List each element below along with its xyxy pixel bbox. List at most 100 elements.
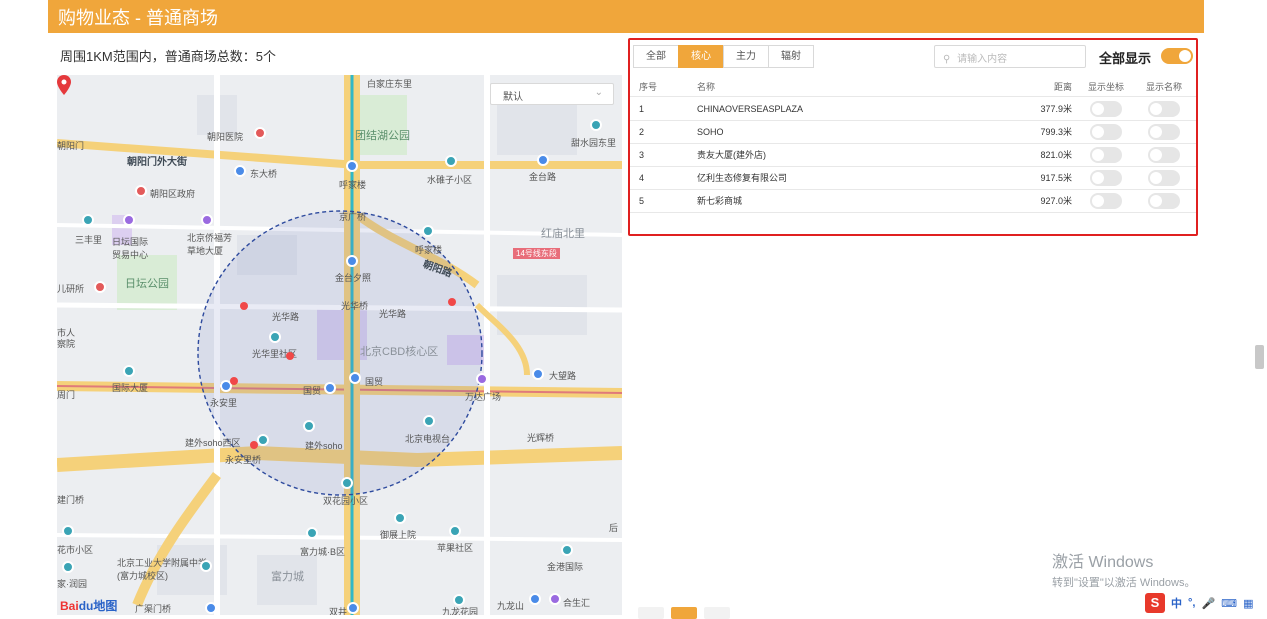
map-label: 三丰里 [75,235,103,245]
show-all-label: 全部显示 [1099,51,1152,66]
mall-point-marker[interactable] [250,441,258,449]
hospital-icon[interactable] [94,281,106,293]
show-coord-toggle[interactable] [1090,147,1122,163]
residential-icon[interactable] [269,331,281,343]
residential-icon[interactable] [423,415,435,427]
tab-main[interactable]: 主力 [723,45,769,68]
page-scrollbar[interactable] [1255,345,1264,369]
residential-icon[interactable] [306,527,318,539]
residential-icon[interactable] [445,155,457,167]
tab-core[interactable]: 核心 [678,45,724,68]
map-label: 14号线东段 [513,248,560,259]
map-label: 永安里 [210,398,238,408]
residential-icon[interactable] [200,560,212,572]
residential-icon[interactable] [394,512,406,524]
map-label: 甜水园东里 [571,138,617,148]
show-name-toggle[interactable] [1148,124,1180,140]
punctuation-icon[interactable]: °, [1188,597,1195,609]
residential-icon[interactable] [82,214,94,226]
mall-point-marker[interactable] [240,302,248,310]
show-coord-toggle[interactable] [1090,124,1122,140]
map-label: 九龙花园 [442,607,479,615]
pagination-prev-button[interactable] [638,607,664,619]
metro-station-icon[interactable] [234,165,246,177]
show-all-toggle[interactable] [1161,48,1193,64]
show-name-toggle[interactable] [1148,101,1180,117]
show-name-toggle[interactable] [1148,193,1180,209]
search-icon: ⚲ [943,54,951,65]
ime-toolbar[interactable]: S 中 °, 🎤 ⌨ ▦ [1145,592,1253,614]
map-label: 花市小区 [57,545,94,555]
mall-point-marker[interactable] [286,352,294,360]
microphone-icon[interactable]: 🎤 [1201,597,1215,610]
row-no: 4 [639,173,645,183]
metro-station-icon[interactable] [346,255,358,267]
map-style-select[interactable]: 默认 ⌄ [490,83,614,105]
residential-icon[interactable] [62,561,74,573]
grid-menu-icon[interactable]: ▦ [1243,597,1253,610]
show-coord-toggle[interactable] [1090,101,1122,117]
row-name: SOHO [697,127,724,137]
residential-icon[interactable] [341,477,353,489]
map-label: 光华路 [379,309,407,319]
residential-icon[interactable] [561,544,573,556]
map-label: 永安里桥 [225,455,262,465]
metro-station-icon[interactable] [324,382,336,394]
residential-icon[interactable] [422,225,434,237]
row-name: 贵友大厦(建外店) [697,150,766,160]
map-label: 富力城·B区 [300,547,346,557]
mall-point-marker[interactable] [230,377,238,385]
government-icon[interactable] [135,185,147,197]
metro-station-icon[interactable] [537,154,549,166]
keyboard-icon[interactable]: ⌨ [1221,597,1237,610]
tab-radiation[interactable]: 辐射 [768,45,814,68]
map-label: 儿研所 [57,284,85,294]
residential-icon[interactable] [449,525,461,537]
metro-station-icon[interactable] [346,160,358,172]
residential-icon[interactable] [257,434,269,446]
metro-station-icon[interactable] [529,593,541,605]
metro-station-icon[interactable] [532,368,544,380]
map-label: 北京工业大学附属中学(富力城校区) [117,558,208,581]
map-label: 红庙北里 [541,228,585,240]
map-label: 富力城 [271,571,304,583]
mall-icon[interactable] [476,373,488,385]
pagination-next-button[interactable] [704,607,730,619]
metro-station-icon[interactable] [205,602,217,614]
map-label: 朝阳门外大街 [127,157,187,168]
search-input[interactable]: ⚲ 请输入内容 [934,45,1086,68]
show-coord-toggle[interactable] [1090,170,1122,186]
show-coord-toggle[interactable] [1090,193,1122,209]
filter-tabs: 全部 核心 主力 辐射 [633,45,814,68]
location-marker-icon[interactable] [57,75,71,95]
residential-icon[interactable] [62,525,74,537]
pagination-page-button[interactable] [671,607,697,619]
metro-station-icon[interactable] [347,602,359,614]
map-label: 国贸 [365,377,384,387]
map-label: 万达广场 [465,392,502,402]
map-view[interactable]: 默认 ⌄ 白家庄东里 朝阳医院 团结湖公园 朝阳门外大街 东大桥 呼家楼 水碓子… [57,75,622,615]
map-label: 光华路 [272,312,300,322]
building-icon[interactable] [201,214,213,226]
map-label: 呼家楼 [339,180,367,190]
hospital-icon[interactable] [254,127,266,139]
row-no: 5 [639,196,645,206]
ime-mode-label[interactable]: 中 [1171,595,1182,611]
residential-icon[interactable] [590,119,602,131]
page-title: 购物业态 - 普通商场 [58,8,218,28]
mall-icon[interactable] [549,593,561,605]
residential-icon[interactable] [303,420,315,432]
metro-station-icon[interactable] [349,372,361,384]
tab-all[interactable]: 全部 [633,45,679,68]
mall-point-marker[interactable] [448,298,456,306]
show-name-toggle[interactable] [1148,170,1180,186]
row-distance: 799.3米 [1040,127,1072,137]
map-label: 金台夕照 [335,273,372,283]
baidu-map-logo: Baidu地图 [60,599,118,613]
building-icon[interactable] [123,214,135,226]
show-name-toggle[interactable] [1148,147,1180,163]
col-show-coord: 显示坐标 [1088,82,1125,92]
residential-icon[interactable] [453,594,465,606]
map-label: 御展上院 [380,530,417,540]
residential-icon[interactable] [123,365,135,377]
